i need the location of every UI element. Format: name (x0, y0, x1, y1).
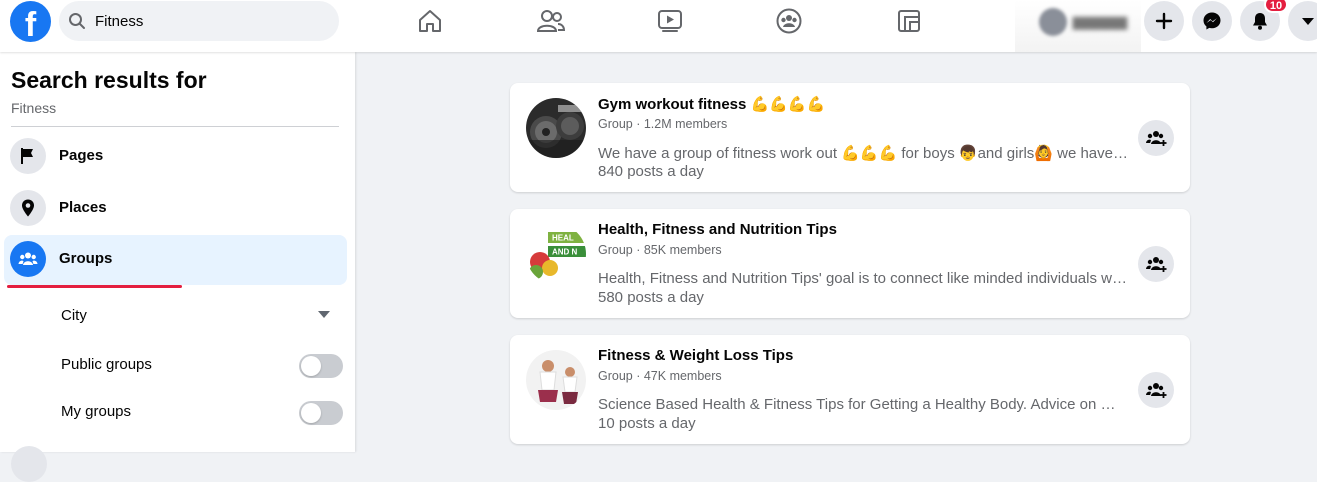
groups-icon (18, 252, 38, 265)
join-group-button[interactable] (1138, 120, 1174, 156)
divider (11, 126, 339, 127)
bell-icon (1253, 13, 1267, 30)
messenger-icon (1203, 12, 1221, 30)
flag-icon (21, 148, 33, 164)
nav-watch[interactable] (652, 5, 688, 37)
toggle-knob (301, 356, 321, 376)
group-title[interactable]: Health, Fitness and Nutrition Tips (598, 221, 837, 238)
sidebar-title: Search results for (11, 67, 207, 93)
profile-name-blurred: ▆▆▆▆▆ (1073, 13, 1127, 29)
sidebar-item-label: Pages (59, 147, 104, 164)
nav-home[interactable] (412, 5, 448, 37)
my-groups-toggle[interactable] (299, 401, 343, 425)
result-card[interactable]: Fitness & Weight Loss Tips Group · 47K m… (510, 335, 1190, 444)
flag-icon-circle (10, 138, 46, 174)
sidebar-item-groups[interactable]: Groups (4, 235, 347, 285)
search-icon (69, 13, 85, 29)
group-description: We have a group of fitness work out 💪💪💪 … (598, 145, 1128, 162)
join-group-button[interactable] (1138, 372, 1174, 408)
notifications-badge: 10 (1264, 0, 1288, 13)
friends-icon (537, 10, 565, 32)
group-description: Science Based Health & Fitness Tips for … (598, 396, 1128, 413)
plus-icon (1155, 12, 1173, 30)
filter-public-groups-label: Public groups (61, 356, 152, 373)
result-card[interactable]: Gym workout fitness 💪💪💪💪 Group · 1.2M me… (510, 83, 1190, 192)
sidebar-item-label: Groups (59, 250, 113, 267)
next-filter-icon[interactable] (11, 446, 47, 482)
group-meta: Group · 1.2M members (598, 117, 728, 131)
avatar (1039, 8, 1067, 36)
account-menu-button[interactable] (1288, 1, 1317, 41)
filter-my-groups-label: My groups (61, 403, 132, 420)
result-card[interactable]: HEAL AND N Health, Fitness and Nutrition… (510, 209, 1190, 318)
top-navigation-bar: f Fitness ▆▆▆▆▆ 10 (0, 0, 1317, 52)
join-group-icon (1146, 131, 1167, 146)
group-meta: Group · 47K members (598, 369, 722, 383)
filter-city-label[interactable]: City (61, 307, 87, 324)
svg-text:AND N: AND N (552, 248, 578, 257)
search-filters-sidebar: Search results for Fitness Pages Places (0, 52, 355, 482)
home-icon (419, 10, 441, 32)
group-thumbnail[interactable]: HEAL AND N (526, 224, 586, 284)
nav-friends[interactable] (532, 5, 568, 37)
group-thumbnail[interactable] (526, 98, 586, 158)
caret-down-icon (1302, 18, 1314, 25)
group-title[interactable]: Gym workout fitness 💪💪💪💪 (598, 95, 825, 113)
active-indicator (7, 285, 182, 288)
facebook-logo[interactable]: f (10, 1, 51, 42)
sidebar-item-label: Places (59, 199, 107, 216)
group-thumbnail[interactable] (526, 350, 586, 410)
join-group-icon (1146, 257, 1167, 272)
group-description: Health, Fitness and Nutrition Tips' goal… (598, 270, 1128, 287)
nav-groups[interactable] (771, 5, 807, 37)
public-groups-toggle[interactable] (299, 354, 343, 378)
join-group-icon (1146, 383, 1167, 398)
group-title[interactable]: Fitness & Weight Loss Tips (598, 347, 793, 364)
groups-icon-circle (10, 241, 46, 277)
group-activity: 840 posts a day (598, 163, 704, 180)
toggle-knob (301, 403, 321, 423)
sidebar-item-pages[interactable]: Pages (4, 132, 347, 182)
join-group-button[interactable] (1138, 246, 1174, 282)
pin-icon-circle (10, 190, 46, 226)
profile-shortcut[interactable]: ▆▆▆▆▆ (1015, 0, 1141, 52)
pin-icon (22, 199, 34, 217)
chevron-down-icon[interactable] (318, 311, 330, 318)
groups-icon (776, 8, 802, 34)
watch-icon (658, 10, 682, 32)
search-box[interactable] (59, 1, 339, 41)
group-activity: 580 posts a day (598, 289, 704, 306)
svg-text:HEAL: HEAL (552, 234, 574, 243)
create-button[interactable] (1144, 1, 1184, 41)
search-input[interactable] (95, 10, 325, 32)
group-activity: 10 posts a day (598, 415, 696, 432)
search-query-label: Fitness (11, 100, 57, 116)
gaming-icon (898, 10, 920, 32)
nav-gaming[interactable] (891, 5, 927, 37)
messenger-button[interactable] (1192, 1, 1232, 41)
sidebar-item-places[interactable]: Places (4, 184, 347, 234)
group-meta: Group · 85K members (598, 243, 722, 257)
